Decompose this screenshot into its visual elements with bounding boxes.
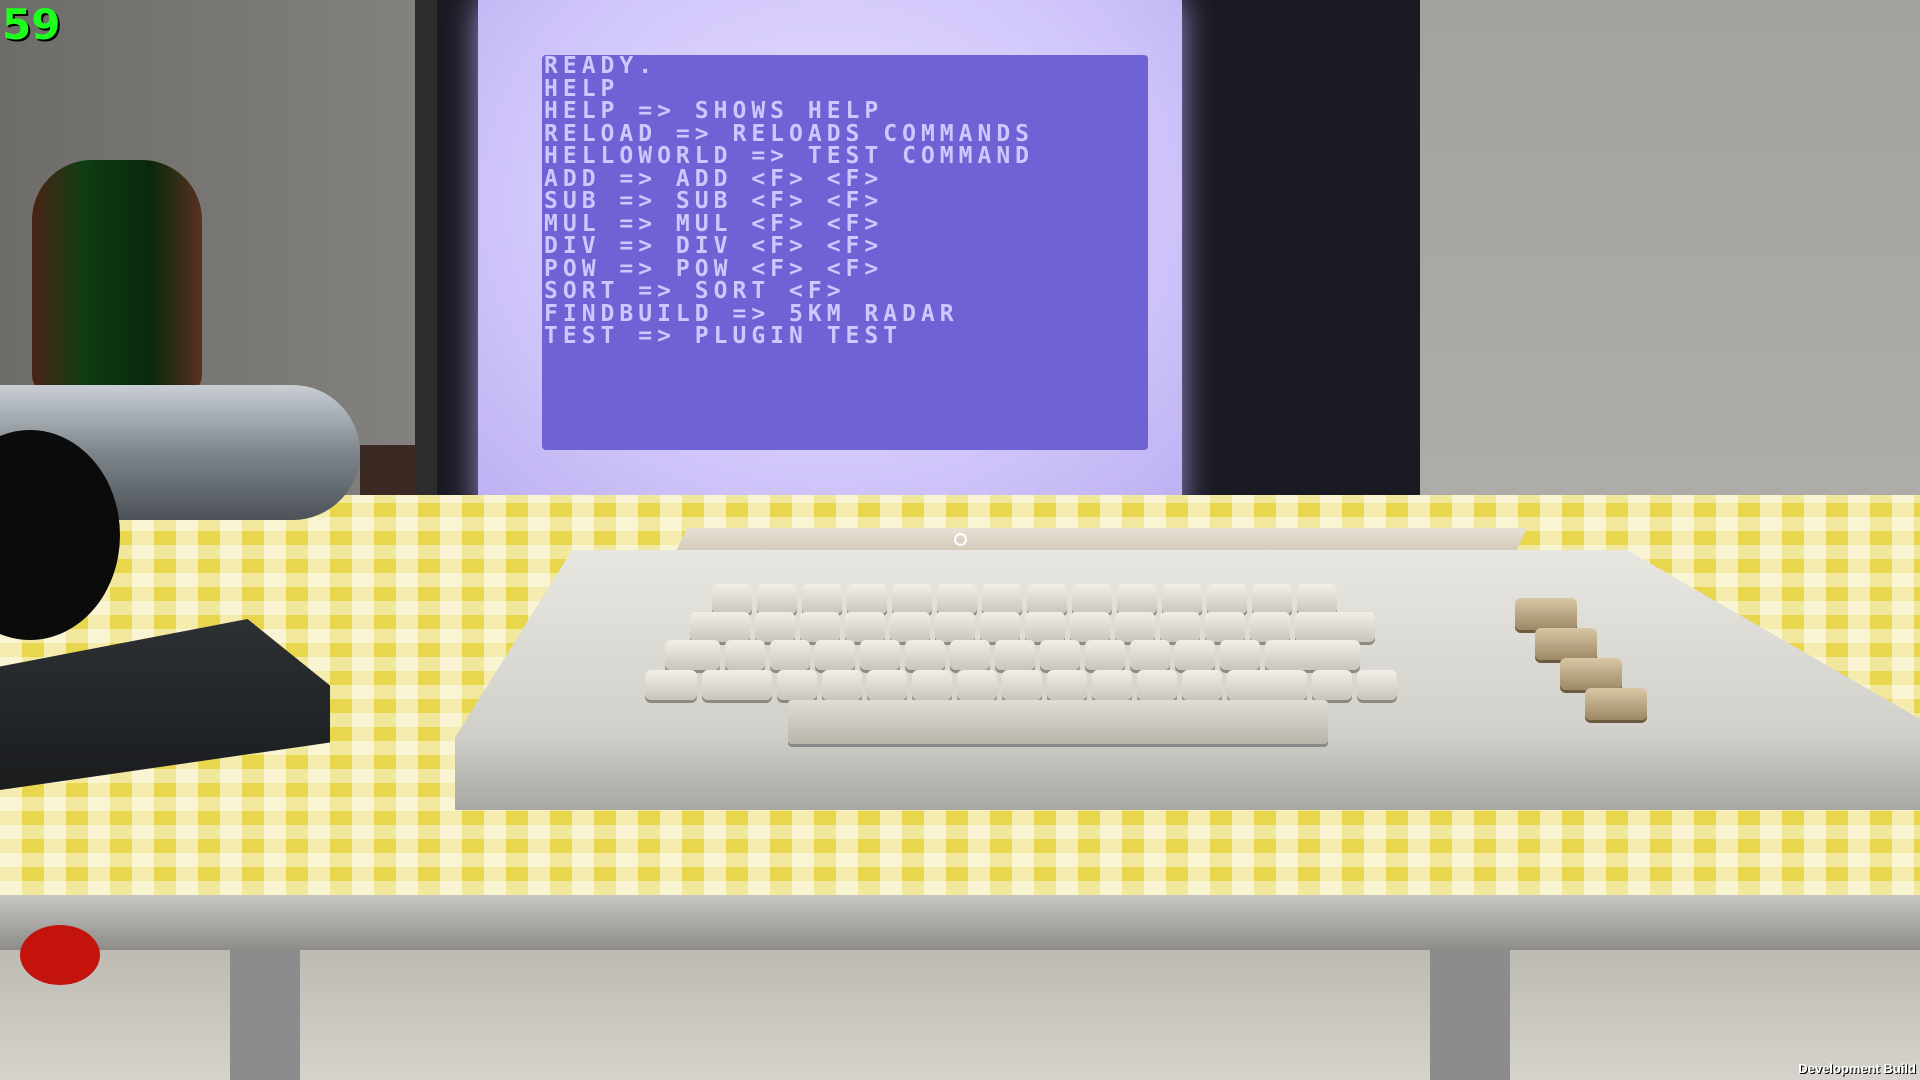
function-key[interactable] bbox=[1585, 688, 1647, 720]
terminal-line: POW => POW <F> <F> bbox=[544, 255, 884, 282]
function-key[interactable] bbox=[1535, 628, 1597, 660]
key[interactable] bbox=[802, 584, 842, 614]
key[interactable] bbox=[935, 612, 975, 642]
key[interactable] bbox=[1085, 640, 1125, 670]
terminal-line: HELLOWORLD => TEST COMMAND bbox=[544, 143, 1035, 169]
key[interactable] bbox=[1115, 612, 1155, 642]
key[interactable] bbox=[1072, 584, 1112, 614]
key[interactable] bbox=[950, 640, 990, 670]
key[interactable] bbox=[645, 670, 697, 700]
table-edge bbox=[0, 895, 1920, 950]
key[interactable] bbox=[982, 584, 1022, 614]
key[interactable] bbox=[1207, 584, 1247, 614]
key[interactable] bbox=[777, 670, 817, 700]
red-knob[interactable] bbox=[20, 925, 100, 985]
terminal-line: HELP bbox=[544, 75, 620, 102]
terminal-line: RELOAD => RELOADS COMMANDS bbox=[544, 120, 1035, 147]
key[interactable] bbox=[860, 640, 900, 670]
key[interactable] bbox=[1092, 670, 1132, 700]
keyboard-row-1[interactable] bbox=[712, 584, 1337, 614]
keyboard-row-3[interactable] bbox=[665, 640, 1360, 670]
spacebar[interactable] bbox=[788, 700, 1328, 744]
key[interactable] bbox=[1250, 612, 1290, 642]
terminal-display[interactable]: READY. HELP HELP => SHOWS HELP RELOAD =>… bbox=[542, 55, 1148, 450]
key[interactable] bbox=[1265, 640, 1360, 670]
key[interactable] bbox=[815, 640, 855, 670]
key[interactable] bbox=[867, 670, 907, 700]
function-key[interactable] bbox=[1515, 598, 1577, 630]
key[interactable] bbox=[770, 640, 810, 670]
key[interactable] bbox=[1220, 640, 1260, 670]
key[interactable] bbox=[1117, 584, 1157, 614]
key[interactable] bbox=[995, 640, 1035, 670]
key[interactable] bbox=[1312, 670, 1352, 700]
terminal-line: TEST => PLUGIN TEST bbox=[544, 323, 903, 349]
key[interactable] bbox=[912, 670, 952, 700]
bottle bbox=[32, 160, 202, 395]
key[interactable] bbox=[1227, 670, 1307, 700]
key[interactable] bbox=[1070, 612, 1110, 642]
key[interactable] bbox=[845, 612, 885, 642]
key[interactable] bbox=[957, 670, 997, 700]
key[interactable] bbox=[800, 612, 840, 642]
table-leg bbox=[1430, 950, 1510, 1080]
key[interactable] bbox=[665, 640, 720, 670]
key[interactable] bbox=[890, 612, 930, 642]
key[interactable] bbox=[1205, 612, 1245, 642]
key[interactable] bbox=[937, 584, 977, 614]
key[interactable] bbox=[1047, 670, 1087, 700]
key[interactable] bbox=[757, 584, 797, 614]
table-leg bbox=[230, 950, 300, 1080]
key[interactable] bbox=[1160, 612, 1200, 642]
key[interactable] bbox=[725, 640, 765, 670]
key[interactable] bbox=[1162, 584, 1202, 614]
terminal-line: READY. bbox=[544, 53, 658, 79]
crosshair-icon bbox=[954, 533, 967, 546]
key[interactable] bbox=[905, 640, 945, 670]
key[interactable] bbox=[980, 612, 1020, 642]
function-key[interactable] bbox=[1560, 658, 1622, 690]
key[interactable] bbox=[1002, 670, 1042, 700]
keyboard-row-2[interactable] bbox=[690, 612, 1375, 642]
key[interactable] bbox=[1297, 584, 1337, 614]
key[interactable] bbox=[822, 670, 862, 700]
key[interactable] bbox=[1040, 640, 1080, 670]
terminal-line: DIV => DIV <F> <F> bbox=[544, 233, 884, 259]
terminal-output: READY. HELP HELP => SHOWS HELP RELOAD =>… bbox=[544, 55, 1034, 348]
key[interactable] bbox=[690, 612, 750, 642]
terminal-line: HELP => SHOWS HELP bbox=[544, 98, 884, 124]
key[interactable] bbox=[1025, 612, 1065, 642]
key[interactable] bbox=[1027, 584, 1067, 614]
key[interactable] bbox=[1295, 612, 1375, 642]
key[interactable] bbox=[1130, 640, 1170, 670]
development-build-label: Development Build bbox=[1798, 1061, 1916, 1076]
key[interactable] bbox=[892, 584, 932, 614]
terminal-line: ADD => ADD <F> <F> bbox=[544, 165, 884, 192]
key[interactable] bbox=[755, 612, 795, 642]
terminal-line: SORT => SORT <F> bbox=[544, 278, 846, 304]
key[interactable] bbox=[1357, 670, 1397, 700]
key[interactable] bbox=[712, 584, 752, 614]
key[interactable] bbox=[1182, 670, 1222, 700]
keyboard-row-4[interactable] bbox=[645, 670, 1397, 700]
key[interactable] bbox=[702, 670, 772, 700]
terminal-line: MUL => MUL <F> <F> bbox=[544, 210, 884, 237]
key[interactable] bbox=[1137, 670, 1177, 700]
key[interactable] bbox=[1252, 584, 1292, 614]
terminal-line: SUB => SUB <F> <F> bbox=[544, 188, 884, 214]
fps-counter: 59 bbox=[2, 0, 61, 49]
key[interactable] bbox=[847, 584, 887, 614]
terminal-line: FINDBUILD => 5KM RADAR bbox=[544, 300, 959, 327]
key[interactable] bbox=[1175, 640, 1215, 670]
